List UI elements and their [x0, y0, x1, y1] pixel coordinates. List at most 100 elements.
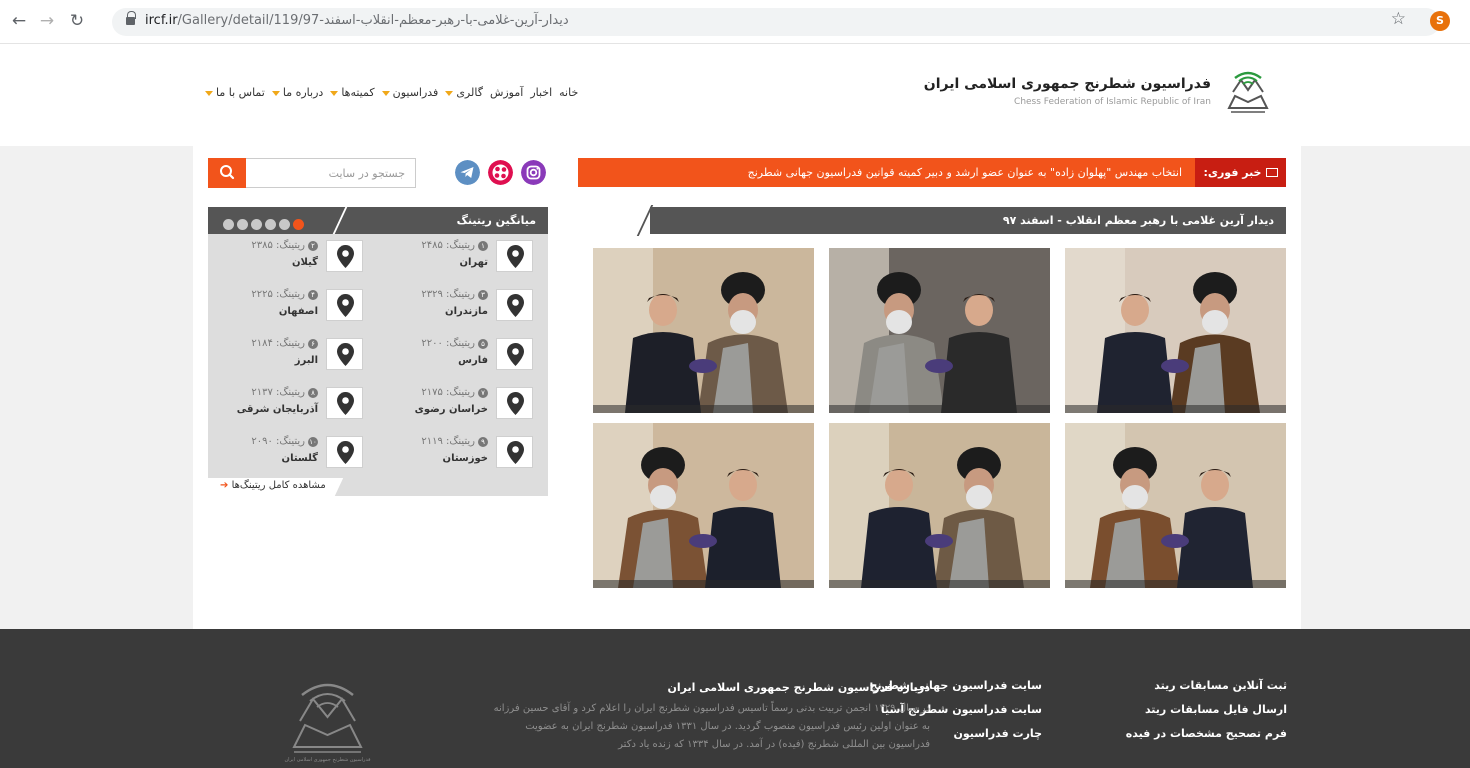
province-name: تهران	[459, 257, 488, 268]
map-pin-icon	[496, 436, 533, 468]
gallery-header: دیدار آرین غلامی با رهبر معظم انقلاب - ا…	[578, 205, 1286, 236]
rating-value-text: ریتینگ: ۲۳۲۹	[421, 289, 475, 300]
telegram-icon[interactable]	[455, 160, 480, 185]
menu-item-label: گالری	[456, 86, 483, 99]
caret-down-icon	[381, 90, 390, 96]
province-name: البرز	[294, 355, 318, 366]
menu-item-label: فدراسیون	[392, 86, 439, 99]
rating-value: ۷ریتینگ: ۲۱۷۵	[421, 387, 488, 398]
rating-item[interactable]: ۱ریتینگ: ۲۴۸۵ تهران	[378, 234, 548, 281]
url-host: ircf.ir	[145, 13, 178, 28]
rating-value-text: ریتینگ: ۲۱۷۵	[421, 387, 475, 398]
menu-item-3[interactable]: گالری	[445, 86, 483, 99]
rating-value: ۳ریتینگ: ۲۳۲۹	[421, 289, 488, 300]
forward-arrow-icon[interactable]: →	[36, 10, 58, 32]
rating-item[interactable]: ۱۰ریتینگ: ۲۰۹۰ گلستان	[208, 430, 378, 477]
arrow-right-icon: ➔	[220, 480, 229, 491]
menu-item-1[interactable]: اخبار	[530, 86, 552, 99]
rating-value-text: ریتینگ: ۲۱۸۴	[251, 338, 305, 349]
map-pin-icon	[326, 240, 363, 272]
rating-pager-dot[interactable]	[293, 219, 304, 230]
menu-item-6[interactable]: درباره ما	[271, 86, 324, 99]
rating-item[interactable]: ۲ریتینگ: ۲۳۸۵ گیلان	[208, 234, 378, 281]
rating-more-link[interactable]: مشاهده کامل ریتینگ‌ها ➔	[220, 480, 326, 491]
site-logo[interactable]: فدراسیون شطرنج جمهوری اسلامی ایران Chess…	[924, 66, 1273, 121]
rating-pager-dot[interactable]	[251, 219, 262, 230]
address-bar[interactable]: ircf.ir/Gallery/detail/119/97-دیدار-آرین…	[112, 8, 1440, 36]
province-name: اصفهان	[278, 306, 318, 317]
gallery-photo[interactable]	[593, 248, 814, 413]
rank-badge: ۷	[478, 388, 488, 398]
menu-item-label: اخبار	[530, 86, 553, 99]
gallery-photo[interactable]	[829, 423, 1050, 588]
rating-pager-dot[interactable]	[223, 219, 234, 230]
aparat-icon[interactable]	[488, 160, 513, 185]
rating-value-text: ریتینگ: ۲۰۹۰	[251, 436, 305, 447]
footer-about-title: درباره فدراسیون شطرنج جمهوری اسلامی ایرا…	[667, 681, 930, 694]
rank-badge: ۱۰	[308, 437, 318, 447]
rating-pager-dot[interactable]	[279, 219, 290, 230]
caret-down-icon	[445, 90, 454, 96]
rating-item[interactable]: ۴ریتینگ: ۲۲۲۵ اصفهان	[208, 283, 378, 330]
site-header: فدراسیون شطرنج جمهوری اسلامی ایران Chess…	[0, 44, 1470, 146]
province-name: آذربایجان شرقی	[236, 404, 318, 415]
gallery-photo[interactable]	[1065, 248, 1286, 413]
instagram-icon[interactable]	[521, 160, 546, 185]
menu-item-0[interactable]: خانه	[559, 86, 578, 99]
profile-avatar[interactable]: S	[1430, 11, 1450, 31]
menu-item-label: تماس با ما	[216, 86, 265, 99]
rating-item[interactable]: ۹ریتینگ: ۲۱۱۹ خوزستان	[378, 430, 548, 477]
search-button[interactable]	[208, 158, 246, 188]
back-arrow-icon[interactable]: ←	[8, 10, 30, 32]
menu-item-4[interactable]: فدراسیون	[381, 86, 439, 99]
rating-title: میانگین ریتینگ	[456, 214, 536, 227]
main-menu: خانه اخبار آموزش گالری فدراسیون کمیته‌ها دربار…	[198, 86, 578, 99]
rank-badge: ۶	[308, 339, 318, 349]
footer-emblem-icon: فدراسیون شطرنج جمهوری اسلامی ایران	[284, 683, 371, 763]
rating-pager	[223, 215, 307, 230]
breaking-news-headline[interactable]: انتخاب مهندس "پهلوان زاده" به عنوان عضو …	[748, 158, 1182, 187]
menu-item-label: کمیته‌ها	[341, 86, 375, 99]
menu-item-5[interactable]: کمیته‌ها	[330, 86, 375, 99]
footer-link[interactable]: ثبت آنلاین مسابقات ریتد	[1126, 674, 1287, 698]
gallery-photo[interactable]	[593, 423, 814, 588]
browser-toolbar: ← → ↻ ircf.ir/Gallery/detail/119/97-دیدا…	[0, 0, 1470, 44]
rating-value-text: ریتینگ: ۲۲۲۵	[251, 289, 305, 300]
map-pin-icon	[326, 387, 363, 419]
rank-badge: ۳	[478, 290, 488, 300]
rating-item[interactable]: ۳ریتینگ: ۲۳۲۹ مازندران	[378, 283, 548, 330]
footer-link[interactable]: فرم تصحیح مشخصات در فیده	[1126, 722, 1287, 746]
rating-pager-dot[interactable]	[265, 219, 276, 230]
site-subtitle: Chess Federation of Islamic Republic of …	[1014, 97, 1211, 107]
gallery-photo[interactable]	[1065, 423, 1286, 588]
map-pin-icon	[496, 387, 533, 419]
menu-item-7[interactable]: تماس با ما	[205, 86, 265, 99]
rating-item[interactable]: ۵ریتینگ: ۲۲۰۰ فارس	[378, 332, 548, 379]
rating-value-text: ریتینگ: ۲۳۸۵	[251, 240, 305, 251]
site-title: فدراسیون شطرنج جمهوری اسلامی ایران	[923, 76, 1211, 92]
rating-item[interactable]: ۷ریتینگ: ۲۱۷۵ خراسان رضوی	[378, 381, 548, 428]
menu-item-2[interactable]: آموزش	[490, 86, 523, 99]
rating-item[interactable]: ۶ریتینگ: ۲۱۸۴ البرز	[208, 332, 378, 379]
rating-more-label: مشاهده کامل ریتینگ‌ها	[231, 480, 326, 491]
province-name: فارس	[458, 355, 488, 366]
map-pin-icon	[326, 338, 363, 370]
bookmark-star-icon[interactable]: ☆	[1391, 9, 1406, 29]
search-input[interactable]	[249, 159, 413, 187]
site-search	[208, 158, 416, 188]
footer-link[interactable]: ارسال فایل مسابقات ریتد	[1126, 698, 1287, 722]
rating-pager-dot[interactable]	[237, 219, 248, 230]
footer-about: درباره فدراسیون شطرنج جمهوری اسلامی ایرا…	[490, 676, 930, 754]
province-name: خراسان رضوی	[414, 404, 488, 415]
url-text: ircf.ir/Gallery/detail/119/97-دیدار-آرین…	[145, 13, 569, 28]
reload-icon[interactable]: ↻	[66, 10, 88, 32]
rating-list: مشاهده کامل ریتینگ‌ها ➔ ۱ریتینگ: ۲۴۸۵ تهر…	[208, 234, 548, 496]
province-name: مازندران	[445, 306, 488, 317]
rating-item[interactable]: ۸ریتینگ: ۲۱۳۷ آذربایجان شرقی	[208, 381, 378, 428]
map-pin-icon	[496, 289, 533, 321]
province-name: خوزستان	[442, 453, 488, 464]
gallery-photo[interactable]	[829, 248, 1050, 413]
menu-item-label: درباره ما	[282, 86, 324, 99]
map-pin-icon	[326, 289, 363, 321]
newspaper-icon	[1265, 168, 1278, 177]
